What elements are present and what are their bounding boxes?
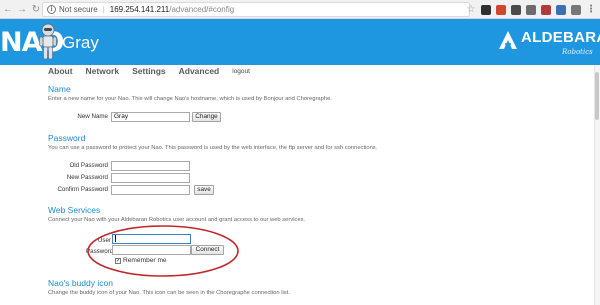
section-title: Name [48,84,71,94]
back-arrow-icon[interactable]: ← [2,2,14,16]
save-password-button[interactable]: save [194,185,214,195]
confirm-password-input[interactable] [111,185,190,195]
section-description: You can use a password to protect your N… [48,145,378,151]
extension-g-icon[interactable] [571,4,581,15]
extension-c-icon[interactable] [511,4,521,15]
name-section: Name Enter a new name for your Nao. This… [48,84,548,104]
extension-e-icon[interactable] [541,4,551,15]
new-name-label: New Name [77,113,108,120]
section-title: Web Services [48,205,101,215]
extension-d-icon[interactable] [526,4,536,15]
nav-advanced[interactable]: Advanced [179,66,220,76]
password-section: Password You can use a password to prote… [48,133,548,153]
url-host: 169.254.141.211 [109,5,170,14]
section-description: Change the buddy icon of your Nao. This … [48,290,290,296]
brand-name: ALDEBARAN [521,29,600,46]
old-password-input[interactable] [111,161,190,171]
reload-icon[interactable]: ↻ [30,2,42,16]
scrollbar-thumb[interactable] [595,72,599,120]
nav-settings[interactable]: Settings [132,66,166,76]
nav-network[interactable]: Network [86,66,120,76]
new-password-input[interactable] [111,173,190,183]
change-name-button[interactable]: Change [192,112,221,122]
robot-name: Gray [62,33,99,52]
new-name-input[interactable]: Gray [111,112,190,122]
buddy-icon-section: Nao's buddy icon Change the buddy icon o… [48,278,548,298]
brand-subtitle: Robotics [562,48,593,56]
web-services-section: Web Services Connect your Nao with your … [48,205,548,225]
section-description: Enter a new name for your Nao. This will… [48,96,332,102]
address-separator: | [102,5,105,14]
nav-about[interactable]: About [48,66,73,76]
robot-mascot-icon [39,23,57,60]
old-password-label: Old Password [69,162,108,169]
url-path: /advanced/#config [169,5,235,14]
extension-toolbar: ☆ ⋮ [466,2,600,17]
extension-f-icon[interactable] [556,4,566,15]
section-title: Password [48,133,86,143]
extension-a-icon[interactable] [481,4,491,15]
main-nav: About Network Settings Advanced logout [48,66,250,76]
forward-arrow-icon[interactable]: → [16,2,28,16]
address-bar[interactable]: i Not secure | 169.254.141.211/advanced/… [42,2,470,17]
extension-b-icon[interactable] [496,4,506,15]
info-icon[interactable]: i [47,5,56,14]
security-status: Not secure [59,5,98,14]
new-password-label: New Password [66,174,108,181]
browser-toolbar: ← → ↻ i Not secure | 169.254.141.211/adv… [0,0,600,19]
section-title: Nao's buddy icon [48,278,113,288]
highlight-annotation [87,225,239,277]
aldebaran-logo-icon [499,31,517,49]
menu-dots-icon[interactable]: ⋮ [586,4,596,15]
star-icon[interactable]: ☆ [466,4,476,15]
confirm-password-label: Confirm Password [57,186,108,193]
logout-link[interactable]: logout [232,68,250,75]
site-header: NAO Gray ALDEBARAN Robotics [0,19,600,65]
